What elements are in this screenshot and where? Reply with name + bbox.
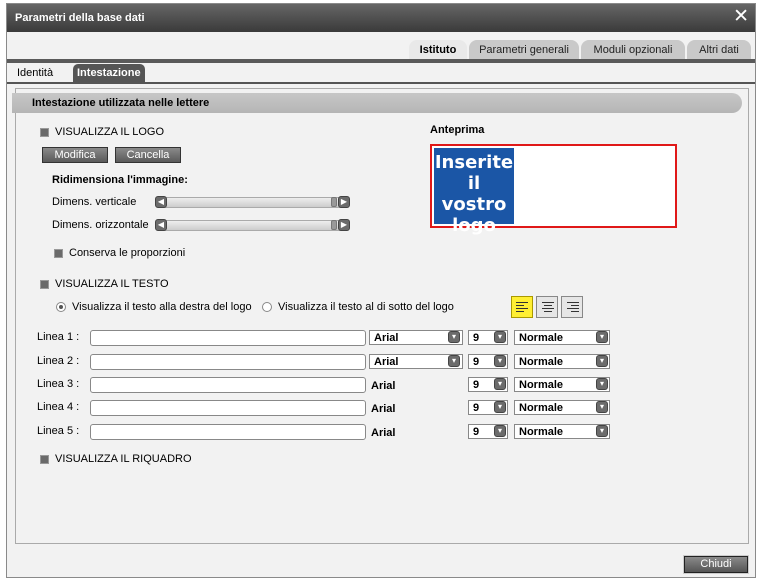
preview-box: Inserite il vostro logo [430, 144, 677, 236]
radio-dot [262, 302, 272, 312]
show-logo-label: VISUALIZZA IL LOGO [55, 126, 165, 138]
chevron-down-icon[interactable]: ▾ [448, 355, 460, 367]
text-right-label: Visualizza il testo alla destra del logo [72, 301, 252, 313]
align-center-button[interactable] [536, 296, 558, 318]
modify-logo-button[interactable]: Modifica [42, 147, 108, 163]
vertical-size-label: Dimens. verticale [52, 196, 137, 208]
align-left-button[interactable] [511, 296, 533, 318]
subtab-identita[interactable]: Identità [13, 64, 57, 84]
logo-line-3: logo [452, 215, 496, 236]
show-logo-checkbox[interactable]: VISUALIZZA IL LOGO [40, 126, 164, 138]
chevron-down-icon[interactable]: ▾ [596, 401, 608, 413]
vertical-size-slider[interactable]: ◀ ▶ [155, 196, 350, 208]
chevron-down-icon[interactable]: ▾ [494, 355, 506, 367]
subtab-band [7, 82, 755, 84]
chevron-down-icon[interactable]: ▾ [494, 378, 506, 390]
logo-placeholder: Inserite il vostro logo [434, 148, 514, 236]
line-text-input[interactable] [90, 330, 366, 346]
checkbox-box [40, 279, 49, 289]
section-title: Intestazione utilizzata nelle lettere [12, 93, 742, 113]
checkbox-box [54, 248, 63, 258]
cancel-logo-button[interactable]: Cancella [115, 147, 181, 163]
slider-left-icon[interactable]: ◀ [155, 219, 167, 231]
line-label: Linea 5 : [37, 425, 80, 437]
chevron-down-icon[interactable]: ▾ [494, 401, 506, 413]
line-text-input[interactable] [90, 424, 366, 440]
chevron-down-icon[interactable]: ▾ [596, 425, 608, 437]
subtab-intestazione[interactable]: Intestazione [73, 64, 145, 84]
line-label: Linea 1 : [37, 331, 80, 343]
font-label: Arial [371, 403, 396, 415]
close-icon[interactable]: ✕ [733, 7, 749, 27]
text-right-radio[interactable]: Visualizza il testo alla destra del logo [56, 301, 252, 313]
slider-right-icon[interactable]: ▶ [338, 196, 350, 208]
horizontal-size-slider[interactable]: ◀ ▶ [155, 219, 350, 231]
font-label: Arial [371, 380, 396, 392]
radio-dot [56, 302, 66, 312]
preview-label: Anteprima [430, 124, 485, 136]
line-text-input[interactable] [90, 400, 366, 416]
text-below-label: Visualizza il testo al di sotto del logo [278, 301, 454, 313]
logo-line-1: Inserite [434, 152, 514, 173]
slider-left-icon[interactable]: ◀ [155, 196, 167, 208]
title-bar: Parametri della base dati ✕ [7, 4, 755, 32]
chevron-down-icon[interactable]: ▾ [494, 331, 506, 343]
checkbox-box [40, 454, 49, 464]
resize-title: Ridimensiona l'immagine: [52, 174, 188, 186]
chevron-down-icon[interactable]: ▾ [448, 331, 460, 343]
horizontal-size-label: Dimens. orizzontale [52, 219, 149, 231]
chevron-down-icon[interactable]: ▾ [596, 331, 608, 343]
slider-thumb[interactable] [331, 220, 337, 230]
show-frame-checkbox[interactable]: VISUALIZZA IL RIQUADRO [40, 453, 192, 465]
show-text-checkbox[interactable]: VISUALIZZA IL TESTO [40, 278, 169, 290]
line-text-input[interactable] [90, 354, 366, 370]
tab-band [7, 59, 755, 63]
text-below-radio[interactable]: Visualizza il testo al di sotto del logo [262, 301, 454, 313]
window-title: Parametri della base dati [15, 12, 145, 24]
slider-thumb[interactable] [331, 197, 337, 207]
line-label: Linea 4 : [37, 401, 80, 413]
chevron-down-icon[interactable]: ▾ [596, 378, 608, 390]
keep-ratio-checkbox[interactable]: Conserva le proporzioni [54, 247, 185, 259]
show-frame-label: VISUALIZZA IL RIQUADRO [55, 453, 192, 465]
font-label: Arial [371, 427, 396, 439]
checkbox-box [40, 127, 49, 137]
show-text-label: VISUALIZZA IL TESTO [55, 278, 169, 290]
close-button[interactable]: Chiudi [684, 556, 748, 573]
dialog-window: Parametri della base dati ✕ Istituto Par… [6, 3, 756, 578]
align-right-button[interactable] [561, 296, 583, 318]
line-label: Linea 2 : [37, 355, 80, 367]
chevron-down-icon[interactable]: ▾ [494, 425, 506, 437]
slider-right-icon[interactable]: ▶ [338, 219, 350, 231]
logo-line-2: il vostro [441, 173, 507, 215]
keep-ratio-label: Conserva le proporzioni [69, 247, 186, 259]
line-label: Linea 3 : [37, 378, 80, 390]
line-text-input[interactable] [90, 377, 366, 393]
chevron-down-icon[interactable]: ▾ [596, 355, 608, 367]
